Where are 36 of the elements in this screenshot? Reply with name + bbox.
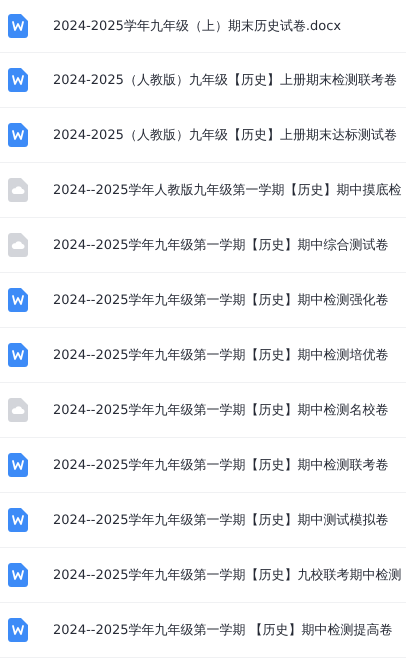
file-name: 2024--2025学年九年级第一学期 【历史】期中检测提高卷 (53, 622, 393, 639)
file-row[interactable]: 2024--2025学年九年级第一学期【历史】期中测试模拟卷 (0, 493, 406, 548)
file-row[interactable]: 2024--2025学年九年级第一学期【历史】期中综合测试卷 (0, 218, 406, 273)
word-document-icon (8, 343, 28, 367)
file-row[interactable]: 2024--2025学年人教版九年级第一学期【历史】期中摸底检 (0, 163, 406, 218)
file-name: 2024--2025学年九年级第一学期【历史】期中检测培优卷 (53, 347, 389, 364)
file-name: 2024--2025学年九年级第一学期【历史】期中测试模拟卷 (53, 512, 389, 529)
word-document-icon (8, 508, 28, 532)
file-name: 2024--2025学年九年级第一学期【历史】期中检测名校卷 (53, 402, 389, 419)
file-name: 2024--2025学年九年级第一学期【历史】九校联考期中检测 (53, 567, 402, 584)
word-document-icon (8, 453, 28, 477)
cloud-file-icon (8, 233, 28, 257)
file-name: 2024--2025学年九年级第一学期【历史】期中检测强化卷 (53, 292, 389, 309)
file-row[interactable]: 2024--2025学年九年级第一学期【历史】期中检测名校卷 (0, 383, 406, 438)
file-name: 2024-2025（人教版）九年级【历史】上册期末达标测试卷 (53, 127, 397, 144)
file-row[interactable]: 2024--2025学年九年级第一学期【历史】九校联考期中检测 (0, 548, 406, 603)
word-document-icon (8, 123, 28, 147)
cloud-file-icon (8, 178, 28, 202)
word-document-icon (8, 288, 28, 312)
file-name: 2024--2025学年九年级第一学期【历史】期中综合测试卷 (53, 237, 389, 254)
file-row[interactable]: 2024-2025（人教版）九年级【历史】上册期末检测联考卷 (0, 53, 406, 108)
word-document-icon (8, 68, 28, 92)
file-row[interactable]: 2024--2025学年九年级第一学期【历史】期中检测培优卷 (0, 328, 406, 383)
word-document-icon (8, 563, 28, 587)
file-row[interactable]: 2024-2025学年九年级（上）期末历史试卷.docx (0, 0, 406, 53)
file-name: 2024-2025（人教版）九年级【历史】上册期末检测联考卷 (53, 72, 397, 89)
word-document-icon (8, 618, 28, 642)
file-row[interactable]: 2024--2025学年九年级第一学期【历史】期中检测强化卷 (0, 273, 406, 328)
file-name: 2024-2025学年九年级（上）期末历史试卷.docx (53, 18, 342, 35)
file-name: 2024--2025学年九年级第一学期【历史】期中检测联考卷 (53, 457, 389, 474)
word-document-icon (8, 14, 28, 38)
cloud-file-icon (8, 398, 28, 422)
file-row[interactable]: 2024--2025学年九年级第一学期 【历史】期中检测提高卷 (0, 603, 406, 658)
file-name: 2024--2025学年人教版九年级第一学期【历史】期中摸底检 (53, 182, 402, 199)
file-row[interactable]: 2024--2025学年九年级第一学期【历史】期中检测联考卷 (0, 438, 406, 493)
file-row[interactable]: 2024-2025（人教版）九年级【历史】上册期末达标测试卷 (0, 108, 406, 163)
